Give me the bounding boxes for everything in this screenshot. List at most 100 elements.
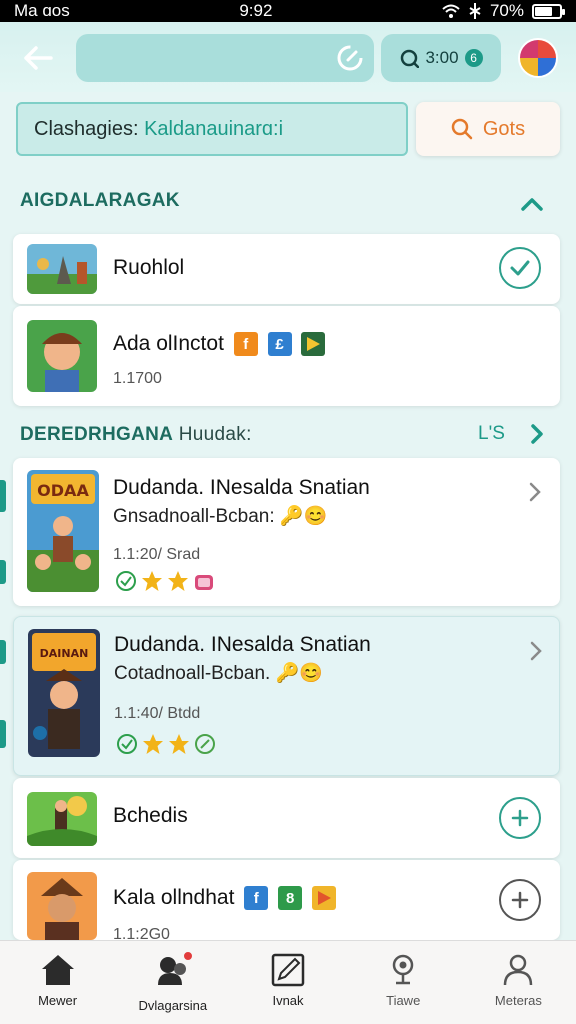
- go-button-label: Gots: [482, 117, 526, 140]
- app-name: Ruohlol: [113, 256, 185, 279]
- add-button[interactable]: [499, 879, 541, 921]
- edit-icon: [271, 953, 305, 987]
- poster-title: DAINAN: [40, 647, 89, 660]
- smile-emoji-icon: 😊: [303, 506, 328, 527]
- home-icon: [41, 955, 74, 985]
- chevron-right-icon[interactable]: [526, 422, 548, 446]
- query-field[interactable]: Clashagies: Kaldanauinarɑ:i: [16, 102, 408, 156]
- app-bar: 3:00 6: [0, 22, 576, 92]
- profile-icon: [504, 954, 533, 986]
- app-thumbnail: [27, 872, 97, 940]
- rating-row: [116, 733, 216, 755]
- nav-item-home[interactable]: Mewer: [0, 941, 115, 1024]
- app-poster: DAINAN: [28, 629, 100, 757]
- scroll-indicator: [0, 640, 6, 664]
- leaf-badge-icon: [195, 734, 215, 754]
- star-icon: [143, 734, 163, 754]
- status-carrier: Ma ɑos: [14, 1, 70, 20]
- installed-check-button[interactable]: [499, 247, 541, 289]
- query-prefix: Clashagies:: [34, 117, 145, 140]
- search-bar[interactable]: [76, 34, 374, 82]
- badge-green: 8: [278, 886, 303, 911]
- gift-icon: [195, 575, 213, 590]
- query-accent-text: Kaldanauinarɑ:i: [144, 117, 284, 140]
- chevron-up-icon[interactable]: [518, 190, 546, 218]
- app-subtitle: Gnsadnoall-Bcban: 🔑😊: [113, 504, 327, 528]
- app-meta: 1.1:40/ Btdd: [114, 705, 201, 722]
- refresh-icon[interactable]: [336, 44, 364, 72]
- chat-icon-wrap: [156, 950, 194, 992]
- app-name: Dudanda. INesalda Snatian: [114, 633, 371, 656]
- play-store-icon: [301, 332, 326, 357]
- app-thumbnail: [27, 320, 97, 392]
- status-bar: Ma ɑos 9:92 70%: [0, 0, 576, 22]
- plus-icon: [511, 809, 529, 827]
- app-card[interactable]: Bchedis: [13, 778, 560, 858]
- chevron-right-icon[interactable]: [526, 639, 546, 663]
- battery-percent: 70%: [489, 1, 524, 20]
- nav-label: Dvlagarsina: [138, 998, 208, 1013]
- coin-balance[interactable]: 3:00 6: [381, 34, 501, 82]
- section-title-text: DEREDRHGANA: [20, 424, 174, 445]
- app-name-text: Ada olInctot: [113, 332, 224, 355]
- nav-label: Mewer: [38, 993, 78, 1008]
- battery-level: [535, 6, 552, 16]
- star-icon: [142, 571, 162, 591]
- see-all-link[interactable]: L'S: [478, 423, 505, 445]
- battery-icon: [532, 3, 565, 19]
- star-icon: [168, 571, 188, 591]
- add-button[interactable]: [499, 797, 541, 839]
- app-subtitle-text: Gnsadnoall-Bcban:: [113, 506, 275, 527]
- app-card[interactable]: ODAA Dudanda. INesalda Snatian Gnsadnoal…: [13, 458, 560, 606]
- key-emoji-icon: 🔑: [275, 663, 300, 684]
- bottom-navigation: Mewer Dvlagarsina Ivnak Tiawe Meteras: [0, 940, 576, 1024]
- search-icon: [451, 118, 473, 140]
- verified-icon: [117, 734, 137, 754]
- badge-blue: £: [267, 332, 292, 357]
- nav-label: Meteras: [494, 993, 542, 1008]
- app-card[interactable]: Ada olInctot f £ 1.1700: [13, 306, 560, 406]
- star-icon: [169, 734, 189, 754]
- scroll-indicator: [0, 560, 6, 584]
- chevron-right-icon[interactable]: [525, 480, 545, 504]
- play-store-icon: [311, 886, 336, 911]
- smile-emoji-icon: 😊: [299, 663, 323, 684]
- app-card[interactable]: Ruohlol: [13, 234, 560, 304]
- app-card[interactable]: DAINAN Dudanda. INesalda Snatian Cotadno…: [13, 616, 560, 776]
- rating-row: [115, 570, 215, 592]
- app-card[interactable]: Kala ollndhat f 8 1.1:2G0: [13, 860, 560, 943]
- app-name: Bchedis: [113, 804, 188, 827]
- notification-dot: [181, 950, 194, 962]
- back-button[interactable]: [18, 38, 58, 78]
- poster-title: ODAA: [37, 481, 89, 500]
- nav-label: Ivnak: [272, 993, 304, 1008]
- check-icon: [510, 260, 530, 276]
- app-subtitle-text: Cotadnoall-Bcban.: [114, 663, 271, 684]
- nav-item-edit[interactable]: Ivnak: [230, 941, 345, 1024]
- avatar[interactable]: [518, 38, 558, 78]
- nav-item-messages[interactable]: Dvlagarsina: [115, 941, 230, 1024]
- app-thumbnail: [27, 244, 97, 294]
- app-name: Dudanda. INesalda Snatian: [113, 476, 370, 499]
- verified-icon: [116, 571, 136, 591]
- go-button[interactable]: Gots: [416, 102, 560, 156]
- scroll-indicator: [0, 480, 6, 512]
- nav-item-places[interactable]: Tiawe: [346, 941, 461, 1024]
- coin-count: 3:00: [425, 48, 459, 67]
- coin-icon: [401, 49, 420, 68]
- status-indicators: 70%: [442, 1, 565, 21]
- nav-item-profile[interactable]: Meteras: [461, 941, 576, 1024]
- app-name: Ada olInctot f £: [113, 332, 326, 357]
- app-name-text: Kala ollndhat: [113, 886, 235, 909]
- scroll-indicator: [0, 720, 6, 748]
- app-thumbnail: [27, 792, 97, 846]
- badge-orange: f: [233, 332, 258, 357]
- signal-icon: [469, 3, 481, 19]
- nav-label: Tiawe: [386, 993, 421, 1008]
- key-emoji-icon: 🔑: [279, 506, 304, 527]
- location-pin-icon: [392, 954, 414, 985]
- app-subtitle: Cotadnoall-Bcban. 🔑😊: [114, 661, 323, 685]
- app-meta: 1.1700: [113, 370, 162, 387]
- wifi-icon: [442, 4, 460, 18]
- section-title-popular: DEREDRHGANA Huudak:: [20, 424, 252, 446]
